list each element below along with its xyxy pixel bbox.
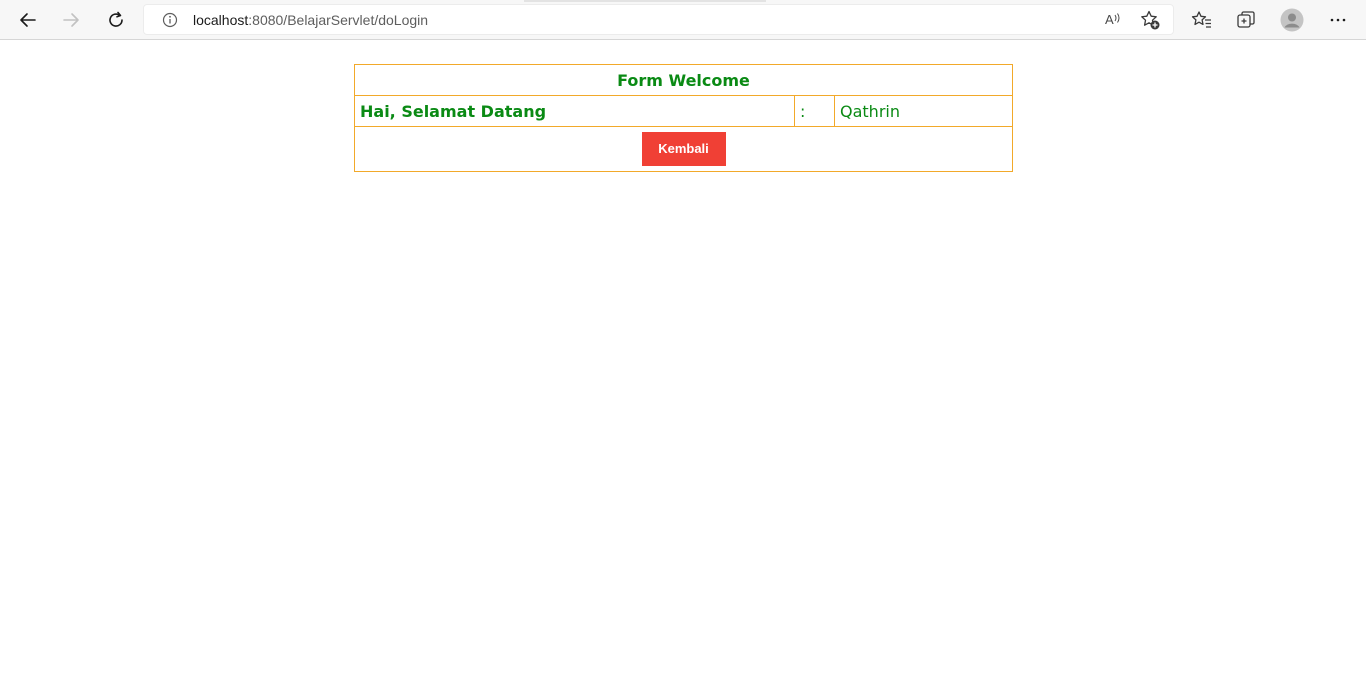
label-separator: : <box>794 95 835 127</box>
address-bar[interactable]: localhost:8080/BelajarServlet/doLogin A <box>143 4 1174 35</box>
url-host: localhost <box>193 12 249 28</box>
welcome-form: Form Welcome Hai, Selamat Datang : Qathr… <box>354 64 1013 172</box>
refresh-button[interactable] <box>101 5 131 35</box>
browser-toolbar: localhost:8080/BelajarServlet/doLogin A <box>0 0 1366 40</box>
refresh-icon <box>109 11 123 27</box>
more-menu-icon <box>1330 18 1346 22</box>
profile-avatar-icon <box>1280 8 1304 32</box>
kembali-button[interactable]: Kembali <box>641 132 726 166</box>
back-arrow-icon <box>20 13 36 27</box>
collections-icon <box>1237 11 1255 28</box>
url-text[interactable]: localhost:8080/BelajarServlet/doLogin <box>193 12 428 28</box>
forward-arrow-icon <box>63 13 79 27</box>
read-aloud-icon[interactable]: A <box>1103 9 1123 34</box>
tab-indicator <box>524 0 766 2</box>
forward-button[interactable] <box>56 5 86 35</box>
collections-button[interactable] <box>1231 5 1261 35</box>
more-menu-button[interactable] <box>1323 5 1353 35</box>
back-button[interactable] <box>13 5 43 35</box>
greeting-label: Hai, Selamat Datang <box>354 95 795 127</box>
favorites-icon <box>1191 11 1211 28</box>
form-title: Form Welcome <box>354 64 1013 96</box>
favorites-button[interactable] <box>1187 5 1217 35</box>
svg-text:A: A <box>1105 12 1114 27</box>
profile-button[interactable] <box>1277 5 1307 35</box>
username-value: Qathrin <box>834 95 1013 127</box>
url-path: :8080/BelajarServlet/doLogin <box>248 12 429 28</box>
add-favorite-icon[interactable] <box>1139 9 1161 36</box>
info-icon[interactable] <box>162 12 178 33</box>
button-cell: Kembali <box>354 126 1013 172</box>
